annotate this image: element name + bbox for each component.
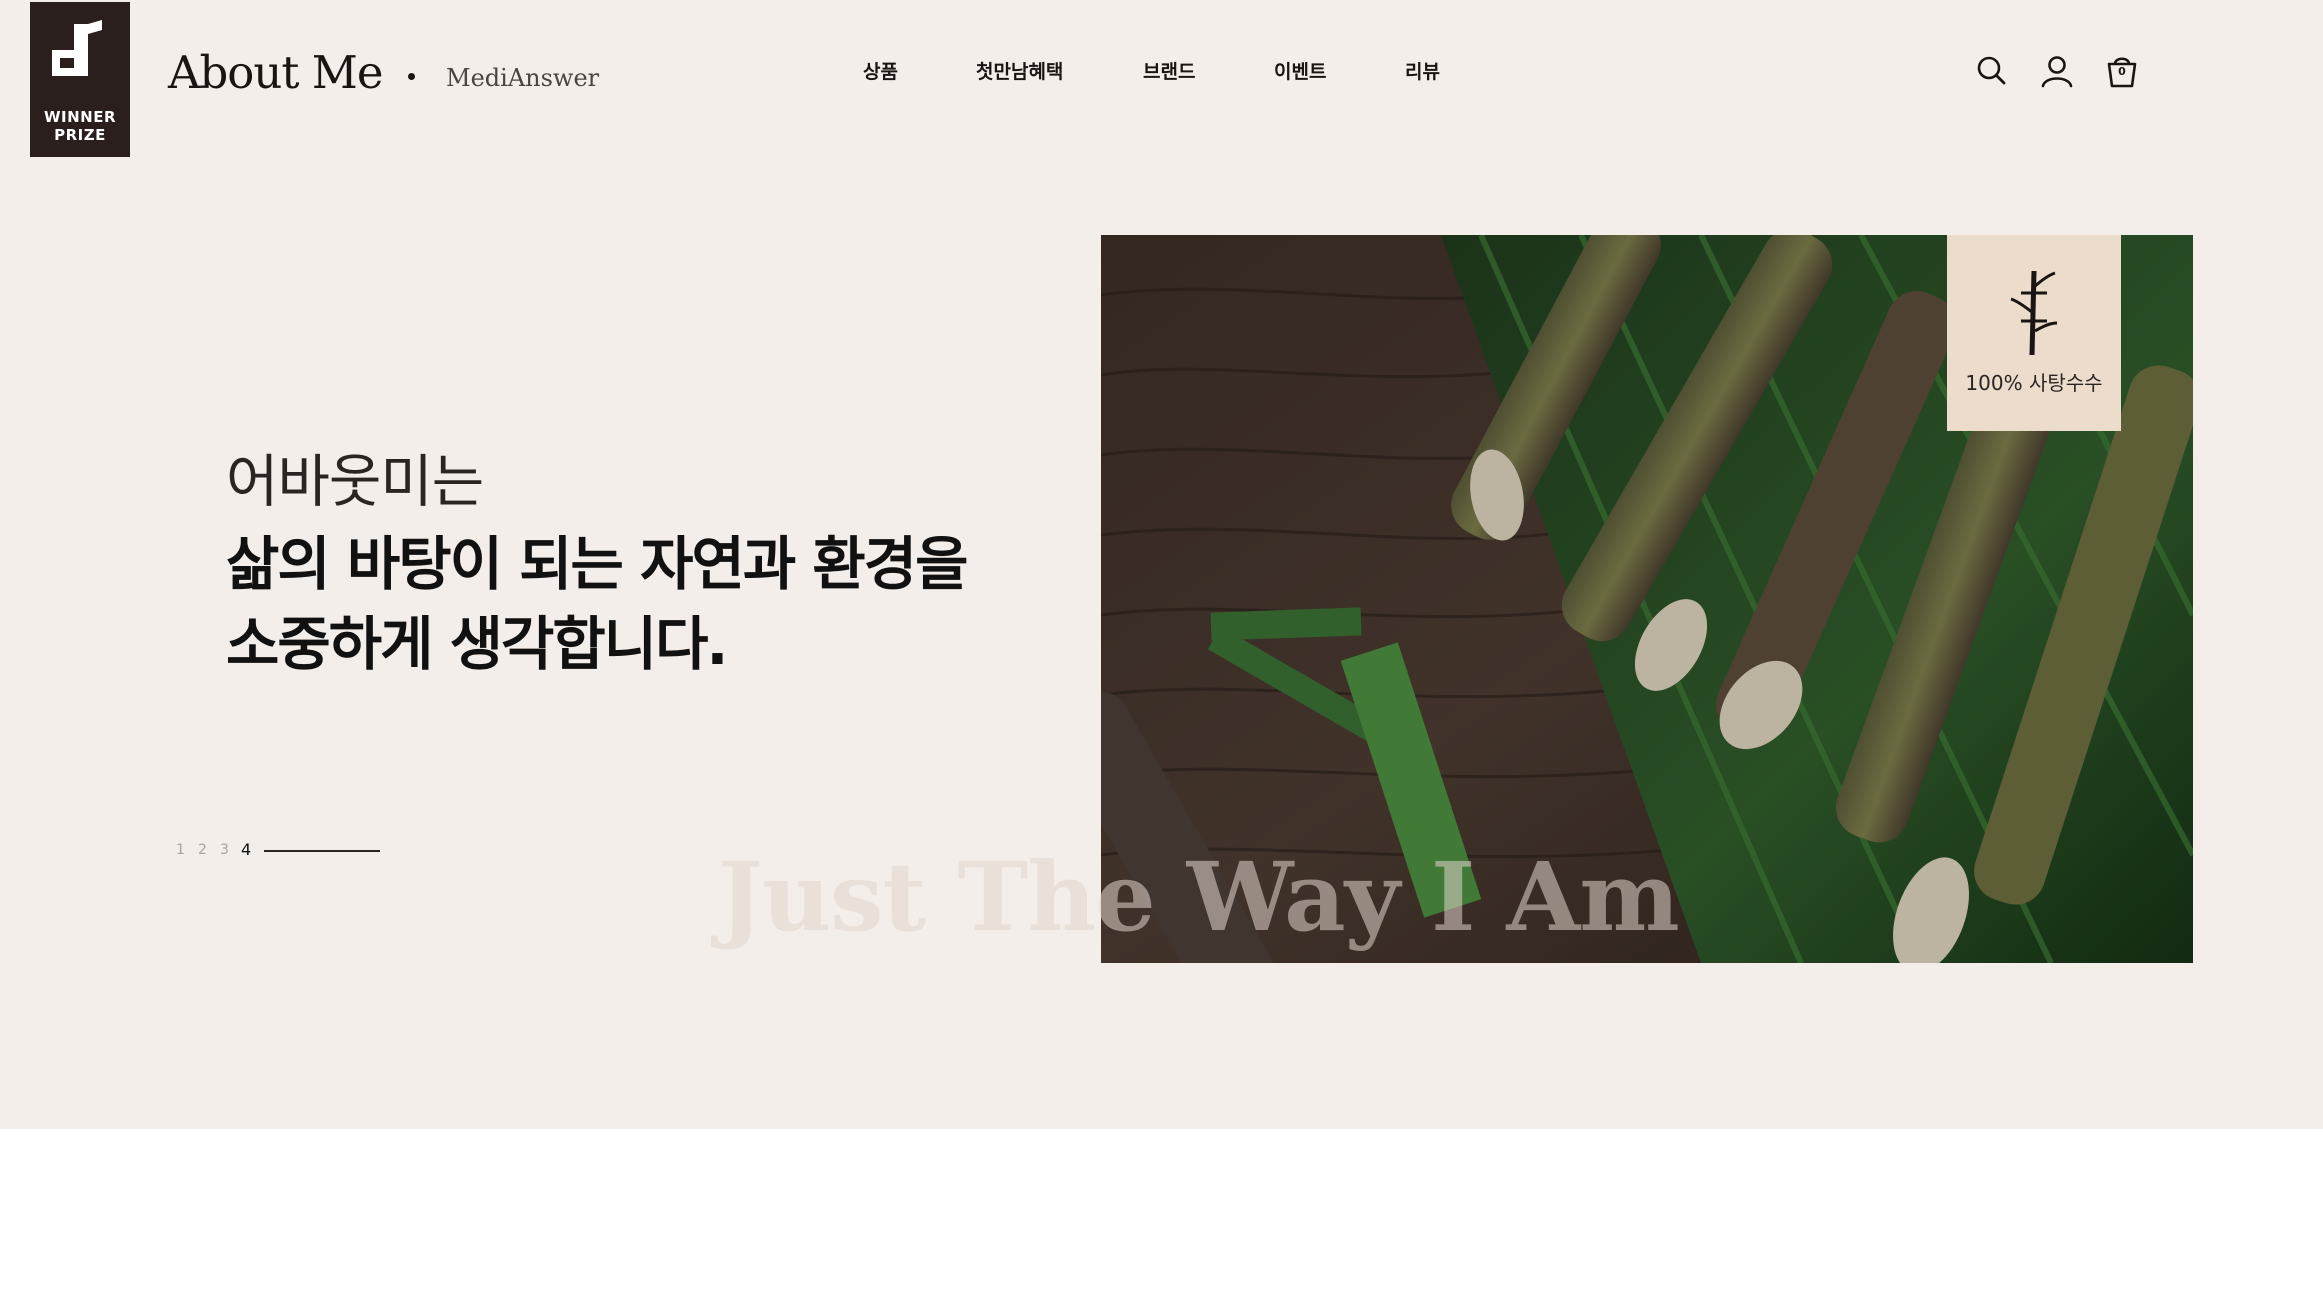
pager-item-4[interactable]: 4 <box>241 838 251 862</box>
nav-item-first-benefit[interactable]: 첫만남혜택 <box>976 58 1063 86</box>
user-icon[interactable] <box>2037 52 2077 92</box>
headline-line-1: 삶의 바탕이 되는 자연과 환경을 <box>226 530 968 598</box>
headline-line-2: 소중하게 생각합니다. <box>226 610 728 678</box>
winner-prize-badge: WINNER PRIZE <box>30 2 130 157</box>
hero-headline: 삶의 바탕이 되는 자연과 환경을 소중하게 생각합니다. <box>226 524 1046 684</box>
nav-item-review[interactable]: 리뷰 <box>1405 58 1440 86</box>
nav-item-brand[interactable]: 브랜드 <box>1143 58 1195 86</box>
cart-count-badge: 0 <box>2118 65 2126 78</box>
pager-item-2[interactable]: 2 <box>198 838 207 862</box>
nav-item-products[interactable]: 상품 <box>863 58 898 86</box>
brand-logo[interactable]: About Me <box>168 38 383 108</box>
nav-item-event[interactable]: 이벤트 <box>1274 58 1326 86</box>
cart-icon[interactable]: 0 <box>2102 52 2142 92</box>
award-logo-icon <box>52 20 102 76</box>
partner-logo[interactable]: MediAnswer <box>446 58 599 98</box>
brand-separator-dot <box>408 73 415 80</box>
search-icon[interactable] <box>1971 52 2011 92</box>
pager-item-3[interactable]: 3 <box>220 838 229 862</box>
sugarcane-icon <box>2010 270 2058 356</box>
pager-item-1[interactable]: 1 <box>176 838 185 862</box>
sugarcane-tag: 100% 사탕수수 <box>1947 235 2121 431</box>
pager-progress-line <box>264 850 380 852</box>
hero-section: WINNER PRIZE About Me MediAnswer 상품 첫만남혜… <box>0 0 2323 1129</box>
badge-label: WINNER PRIZE <box>43 108 117 144</box>
intro-text: 어바웃미는 <box>226 449 484 515</box>
tag-label: 100% 사탕수수 <box>1965 371 2103 395</box>
